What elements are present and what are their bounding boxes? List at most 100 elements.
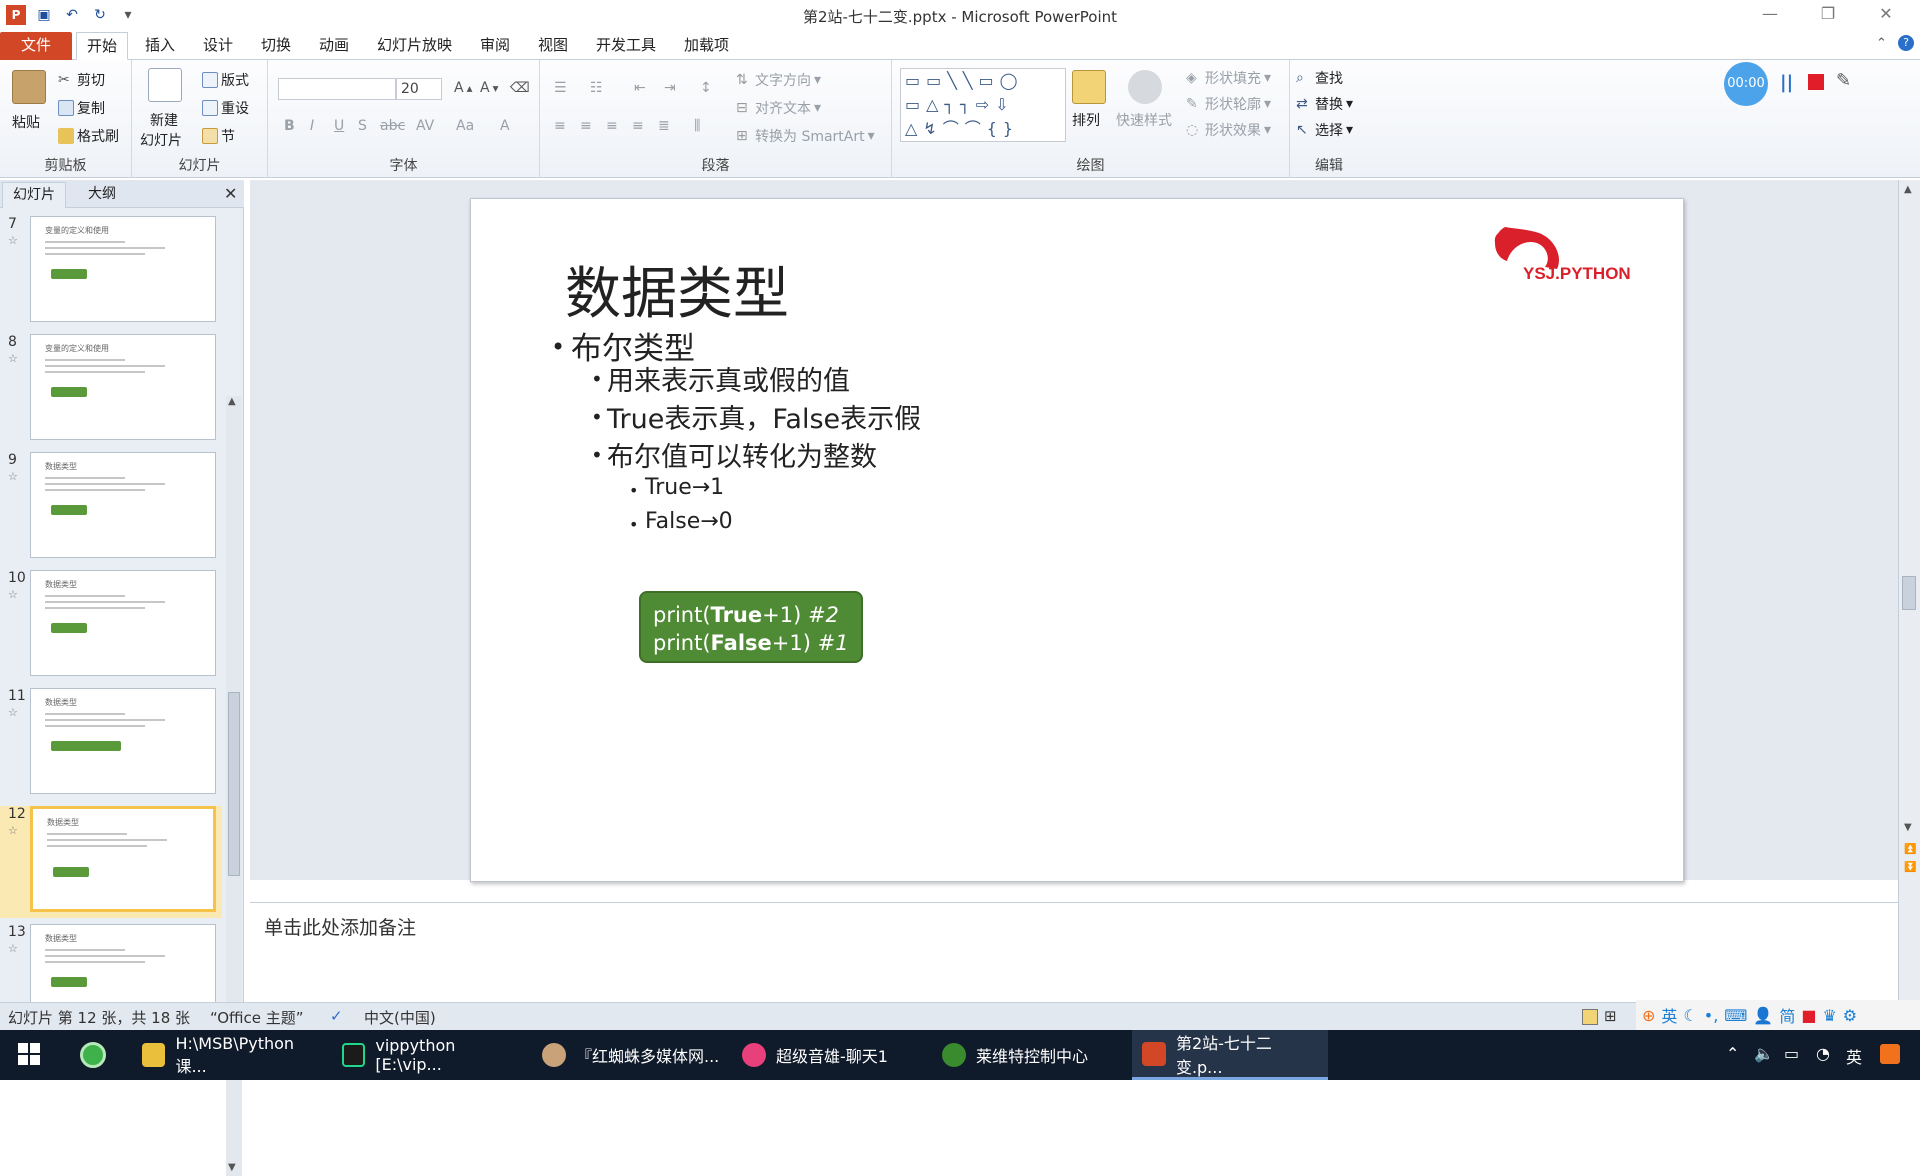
prev-slide-icon[interactable]: ⏫ <box>1904 844 1916 855</box>
distributed-icon[interactable]: ≣ <box>658 118 670 134</box>
align-left-icon[interactable]: ≡ <box>554 118 566 134</box>
bullet-level3-2[interactable]: False→0 <box>645 509 733 534</box>
slide-thumbnail[interactable]: 8 ☆ 变量的定义和使用 <box>0 334 222 446</box>
reset-button[interactable]: 重设 <box>202 98 249 118</box>
stop-icon[interactable] <box>1808 74 1824 90</box>
taskbar-control-center[interactable]: 莱维特控制中心 <box>932 1030 1132 1080</box>
pen-tool-icon[interactable]: ✎ <box>1836 70 1851 91</box>
thumbnail-image[interactable]: 数据类型 <box>30 688 216 794</box>
scroll-thumb[interactable] <box>1902 576 1916 610</box>
bullet-level3-1[interactable]: True→1 <box>645 475 724 500</box>
scroll-thumb[interactable] <box>228 692 240 876</box>
cut-button[interactable]: ✂ 剪切 <box>58 70 105 90</box>
shirt-icon[interactable]: ♛ <box>1822 1006 1836 1025</box>
bullet-level2-3[interactable]: 布尔值可以转化为整数 <box>607 435 877 474</box>
next-slide-icon[interactable]: ⏬ <box>1904 862 1916 873</box>
tab-view[interactable]: 视图 <box>528 32 578 60</box>
align-center-icon[interactable]: ≡ <box>580 118 592 134</box>
scroll-down-icon[interactable]: ▼ <box>1904 822 1912 833</box>
tray-ime[interactable]: 英 <box>1846 1044 1862 1068</box>
taskbar-powerpoint[interactable]: 第2站-七十二变.p... <box>1132 1030 1328 1080</box>
numbering-icon[interactable]: ☷ <box>590 80 603 96</box>
taskbar-pycharm[interactable]: vippython [E:\vip... <box>332 1030 532 1080</box>
slide-thumbnail[interactable]: 9 ☆ 数据类型 <box>0 452 222 564</box>
char-spacing-icon[interactable]: AV <box>416 118 434 134</box>
ime-lang[interactable]: 英 <box>1661 1003 1677 1027</box>
justify-icon[interactable]: ≡ <box>632 118 644 134</box>
arrange-button[interactable]: 排列 <box>1072 110 1100 130</box>
windows-start-icon[interactable] <box>18 1043 40 1065</box>
shrink-font-icon[interactable]: A ▾ <box>480 80 498 96</box>
underline-icon[interactable]: U <box>334 118 344 134</box>
app-360-icon[interactable] <box>80 1042 106 1068</box>
shape-fill-button[interactable]: ◈ 形状填充 ▾ <box>1186 68 1271 88</box>
tab-insert[interactable]: 插入 <box>135 32 185 60</box>
shadow-icon[interactable]: S <box>358 118 367 134</box>
recorder-timer[interactable]: 00:00 <box>1724 62 1768 106</box>
text-direction-button[interactable]: ⇅ 文字方向 ▾ <box>736 70 821 90</box>
moon-icon[interactable]: ☾ <box>1683 1006 1697 1025</box>
slide-thumbnail[interactable]: 7 ☆ 变量的定义和使用 <box>0 216 222 328</box>
paste-button[interactable]: 粘贴 <box>12 112 40 132</box>
tab-developer[interactable]: 开发工具 <box>586 32 666 60</box>
scroll-down-icon[interactable]: ▼ <box>228 1162 236 1173</box>
slide-title[interactable]: 数据类型 <box>565 249 789 330</box>
layout-button[interactable]: 版式 <box>202 70 249 90</box>
bold-icon[interactable]: B <box>284 118 295 134</box>
taskbar-explorer[interactable]: H:\MSB\Python课... <box>132 1030 332 1080</box>
smartart-button[interactable]: ⊞ 转换为 SmartArt ▾ <box>736 126 875 146</box>
section-button[interactable]: 节 <box>202 126 235 146</box>
increase-indent-icon[interactable]: ⇥ <box>664 80 676 96</box>
change-case-icon[interactable]: Aa <box>456 118 474 134</box>
user-icon[interactable]: 👤 <box>1753 1006 1773 1025</box>
font-color-icon[interactable]: A <box>500 118 510 134</box>
font-size-combo[interactable]: 20 <box>396 78 442 100</box>
tab-transitions[interactable]: 切换 <box>251 32 301 60</box>
minimize-icon[interactable]: — <box>1750 4 1790 28</box>
restore-icon[interactable]: ❐ <box>1808 4 1848 28</box>
editor-scrollbar[interactable]: ▲ ▼ ⏫ ⏬ <box>1898 180 1920 1002</box>
new-slide-button[interactable]: 新建 <box>150 110 178 130</box>
arrange-icon[interactable] <box>1072 70 1106 104</box>
notes-pane[interactable]: 单击此处添加备注 <box>250 902 1898 1002</box>
tab-design[interactable]: 设计 <box>193 32 243 60</box>
punct-icon[interactable]: •, <box>1704 1006 1719 1025</box>
find-button[interactable]: ⌕ 查找 <box>1296 68 1343 88</box>
spellcheck-icon[interactable]: ✓ <box>330 1007 343 1025</box>
notification-icon[interactable] <box>1880 1044 1900 1064</box>
thumbnail-image[interactable]: 数据类型 <box>30 452 216 558</box>
sorter-view-icon[interactable]: ⊞ <box>1604 1007 1617 1025</box>
thumbnail-image[interactable]: 数据类型 <box>30 806 216 912</box>
scroll-up-icon[interactable]: ▲ <box>228 396 236 407</box>
scroll-up-icon[interactable]: ▲ <box>1904 184 1912 195</box>
slide-thumbnail[interactable]: 12 ☆ 数据类型 <box>0 806 222 918</box>
wifi-icon[interactable]: ◔ <box>1816 1044 1830 1063</box>
taskbar-redspider[interactable]: 『红蜘蛛多媒体网... <box>532 1030 732 1080</box>
format-painter-button[interactable]: 格式刷 <box>58 126 119 146</box>
slide-thumbnail[interactable]: 11 ☆ 数据类型 <box>0 688 222 800</box>
bullets-icon[interactable]: ☰ <box>554 80 567 96</box>
pause-icon[interactable]: || <box>1780 72 1793 93</box>
close-icon[interactable]: ✕ <box>1866 4 1906 28</box>
language[interactable]: 中文(中国) <box>364 1007 436 1028</box>
new-slide-icon[interactable] <box>148 68 182 102</box>
paste-icon[interactable] <box>12 70 46 104</box>
slide-thumbnail[interactable]: 10 ☆ 数据类型 <box>0 570 222 682</box>
grow-font-icon[interactable]: A ▴ <box>454 80 472 96</box>
thumbnail-image[interactable]: 变量的定义和使用 <box>30 334 216 440</box>
tab-review[interactable]: 审阅 <box>470 32 520 60</box>
camera-icon[interactable]: ■ <box>1801 1006 1816 1025</box>
italic-icon[interactable]: I <box>310 118 314 134</box>
thumbnail-image[interactable]: 数据类型 <box>30 570 216 676</box>
sogou-icon[interactable]: ⊕ <box>1642 1006 1655 1025</box>
thumbnail-image[interactable]: 变量的定义和使用 <box>30 216 216 322</box>
tray-chevron-icon[interactable]: ⌃ <box>1726 1044 1739 1063</box>
collapse-ribbon-icon[interactable]: ⌃ <box>1876 36 1887 51</box>
tab-slides[interactable]: 幻灯片 <box>2 182 66 208</box>
clear-format-icon[interactable]: ⌫ <box>510 80 530 96</box>
tab-slideshow[interactable]: 幻灯片放映 <box>367 32 462 60</box>
align-right-icon[interactable]: ≡ <box>606 118 618 134</box>
strikethrough-icon[interactable]: abc <box>380 118 405 134</box>
line-spacing-icon[interactable]: ↕ <box>700 80 712 96</box>
tab-animations[interactable]: 动画 <box>309 32 359 60</box>
